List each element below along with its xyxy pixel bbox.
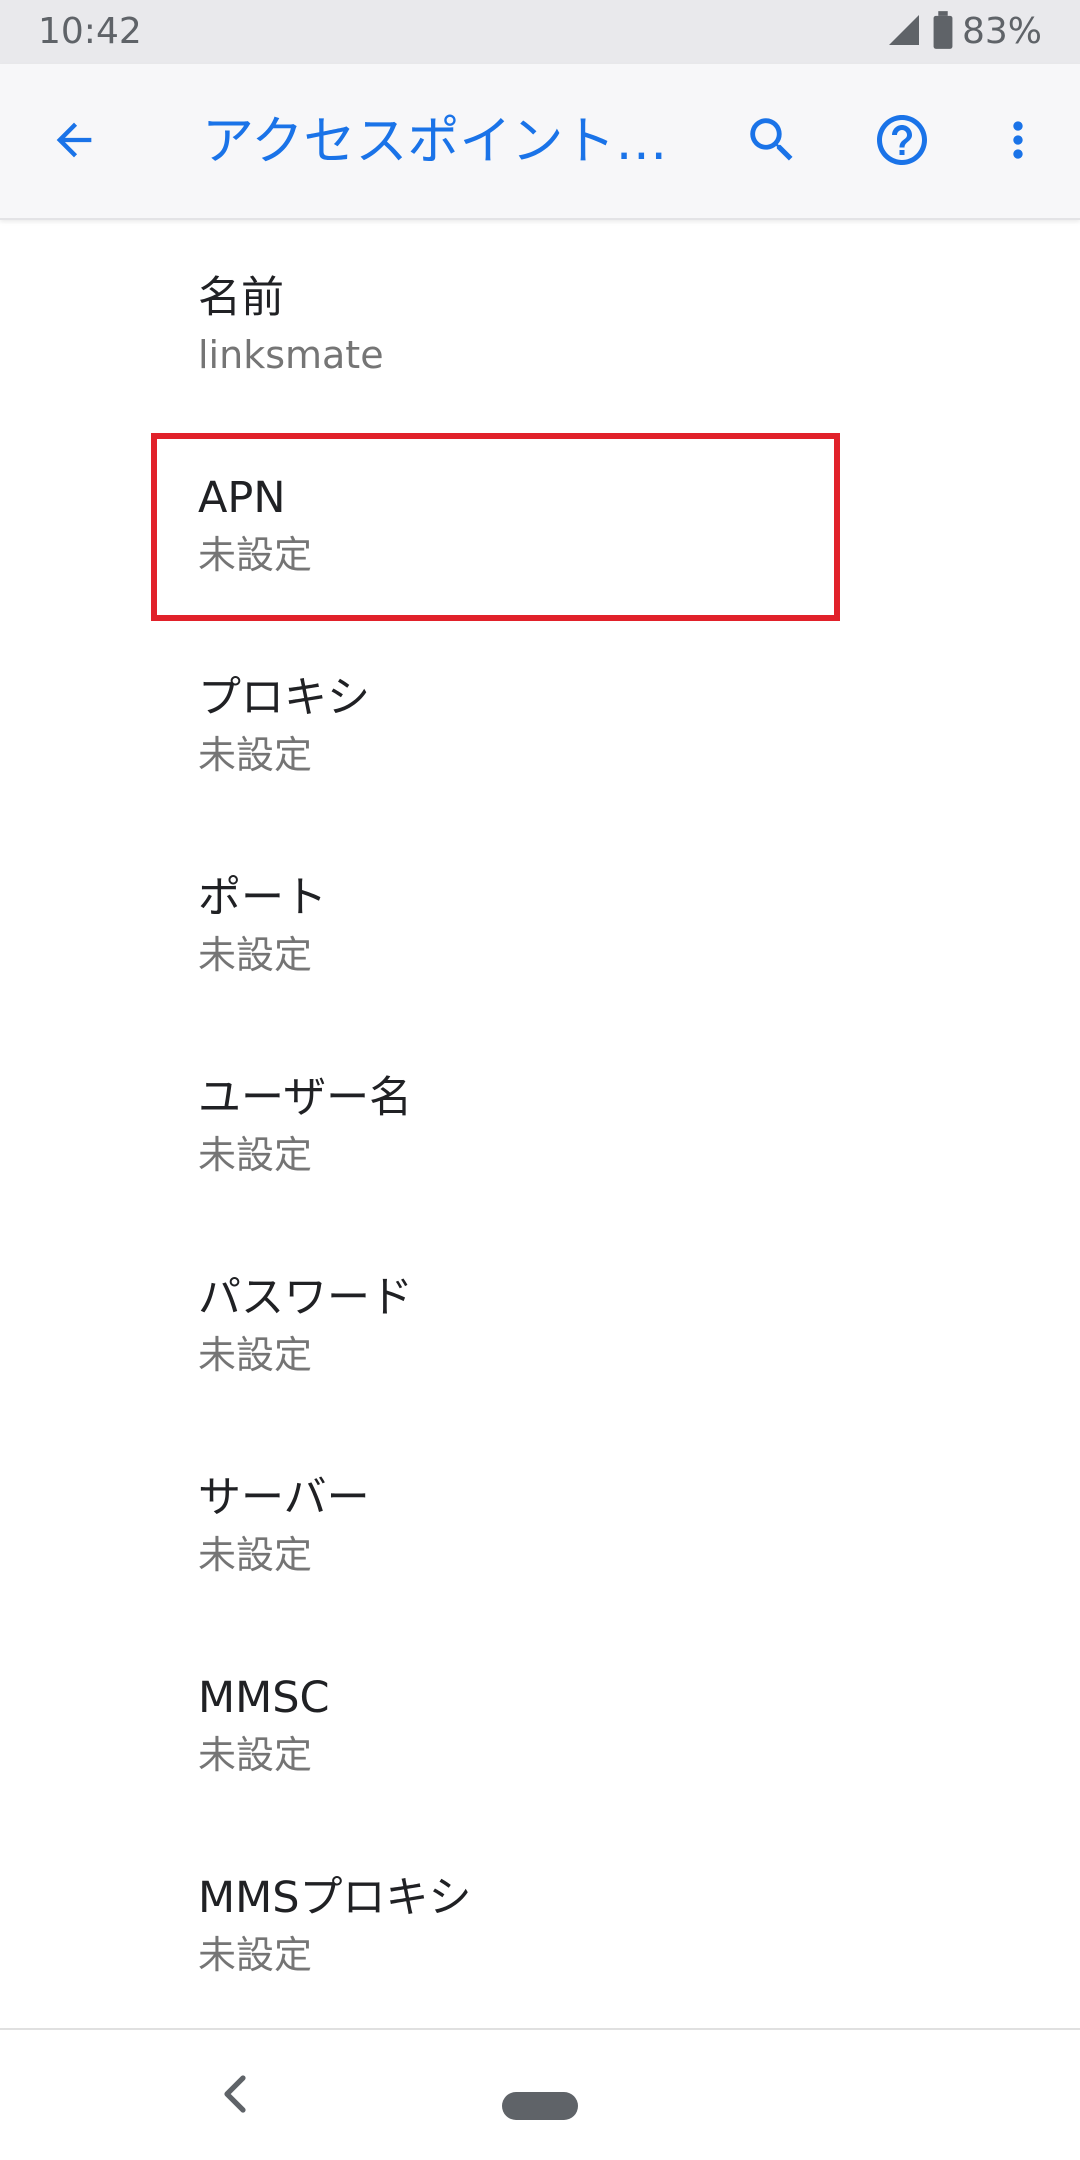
- battery-icon: [932, 11, 954, 53]
- more-vert-icon: [990, 112, 1046, 172]
- preference-password[interactable]: パスワード 未設定: [0, 1220, 1080, 1420]
- nav-home-pill[interactable]: [502, 2092, 578, 2120]
- preference-summary: linksmate: [198, 333, 384, 377]
- preference-server[interactable]: サーバー 未設定: [0, 1420, 1080, 1620]
- back-button[interactable]: [38, 106, 110, 178]
- preference-port[interactable]: ポート 未設定: [0, 820, 1080, 1020]
- preference-title: パスワード: [198, 1273, 413, 1323]
- preference-summary: 未設定: [198, 933, 313, 977]
- preference-summary: 未設定: [198, 1133, 313, 1177]
- preference-title: MMSプロキシ: [198, 1873, 472, 1923]
- preference-mmsc[interactable]: MMSC 未設定: [0, 1620, 1080, 1820]
- preference-title: 名前: [198, 273, 284, 323]
- preference-title: プロキシ: [198, 673, 370, 723]
- help-button[interactable]: [866, 106, 938, 178]
- status-icons: 83%: [886, 10, 1042, 54]
- nav-back-button[interactable]: [212, 2066, 256, 2126]
- navigation-bar: [0, 2030, 1080, 2160]
- preference-summary: 未設定: [198, 1933, 313, 1977]
- preference-summary: 未設定: [198, 733, 313, 777]
- search-button[interactable]: [736, 106, 808, 178]
- signal-icon: [886, 12, 922, 52]
- app-bar: アクセスポイント…: [0, 64, 1080, 220]
- search-icon: [743, 111, 801, 173]
- preference-name[interactable]: 名前 linksmate: [0, 220, 1080, 420]
- help-icon: [872, 110, 932, 174]
- preference-summary: 未設定: [198, 1533, 313, 1577]
- preference-title: ユーザー名: [198, 1073, 413, 1123]
- preference-proxy[interactable]: プロキシ 未設定: [0, 620, 1080, 820]
- status-time: 10:42: [38, 11, 142, 52]
- preference-title: ポート: [198, 873, 327, 923]
- more-options-button[interactable]: [982, 106, 1054, 178]
- status-bar: 10:42 83%: [0, 0, 1080, 64]
- nav-back-icon: [219, 2074, 249, 2118]
- back-arrow-icon: [48, 114, 100, 170]
- preference-title: サーバー: [198, 1473, 370, 1523]
- page-title: アクセスポイント…: [202, 112, 668, 172]
- preference-summary: 未設定: [198, 1333, 313, 1377]
- preference-title: MMSC: [198, 1673, 330, 1723]
- preference-mms-proxy[interactable]: MMSプロキシ 未設定: [0, 1820, 1080, 2020]
- battery-percentage: 83%: [961, 11, 1042, 52]
- preference-username[interactable]: ユーザー名 未設定: [0, 1020, 1080, 1220]
- apn-highlight-box: [151, 433, 840, 621]
- preference-summary: 未設定: [198, 1733, 313, 1777]
